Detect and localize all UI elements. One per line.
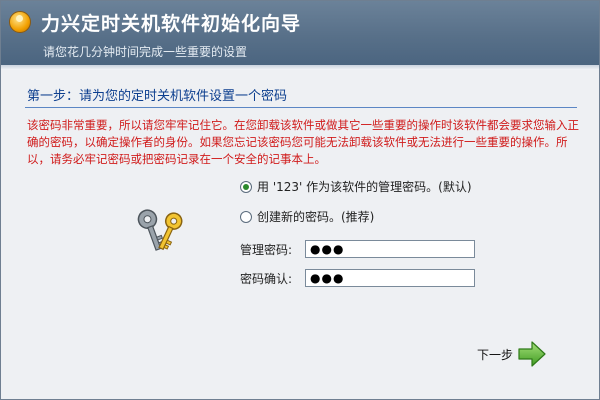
wizard-header: 力兴定时关机软件初始化向导 请您花几分钟时间完成一些重要的设置 bbox=[1, 1, 599, 65]
next-button[interactable]: 下一步 bbox=[477, 340, 547, 368]
radio-label-default-password[interactable]: 用 '123' 作为该软件的管理密码。(默认) bbox=[257, 178, 472, 195]
radio-option-new-password[interactable]: 创建新的密码。(推荐) bbox=[240, 208, 374, 225]
window-title: 力兴定时关机软件初始化向导 bbox=[41, 13, 302, 35]
step-divider bbox=[25, 107, 577, 108]
app-logo-icon bbox=[9, 11, 31, 33]
radio-label-new-password[interactable]: 创建新的密码。(推荐) bbox=[257, 208, 374, 225]
window-subtitle: 请您花几分钟时间完成一些重要的设置 bbox=[43, 45, 248, 59]
step-title: 第一步：请为您的定时关机软件设置一个密码 bbox=[27, 89, 288, 104]
admin-password-label: 管理密码: bbox=[240, 243, 293, 257]
admin-password-field[interactable] bbox=[305, 240, 475, 258]
keys-icon bbox=[137, 209, 183, 251]
radio-option-default-password[interactable]: 用 '123' 作为该软件的管理密码。(默认) bbox=[240, 178, 472, 195]
wizard-window: 力兴定时关机软件初始化向导 请您花几分钟时间完成一些重要的设置 第一步：请为您的… bbox=[0, 0, 600, 400]
radio-button[interactable] bbox=[240, 210, 252, 223]
warning-text: 该密码非常重要，所以请您牢牢记住它。在您卸载该软件或做其它一些重要的操作时该软件… bbox=[27, 118, 579, 166]
radio-button-selected[interactable] bbox=[240, 180, 252, 193]
confirm-password-field[interactable] bbox=[305, 269, 475, 287]
next-button-label[interactable]: 下一步 bbox=[477, 346, 513, 363]
wizard-content: 第一步：请为您的定时关机软件设置一个密码 该密码非常重要，所以请您牢牢记住它。在… bbox=[1, 70, 599, 399]
green-arrow-right-icon[interactable] bbox=[517, 340, 547, 368]
confirm-password-label: 密码确认: bbox=[240, 272, 293, 286]
